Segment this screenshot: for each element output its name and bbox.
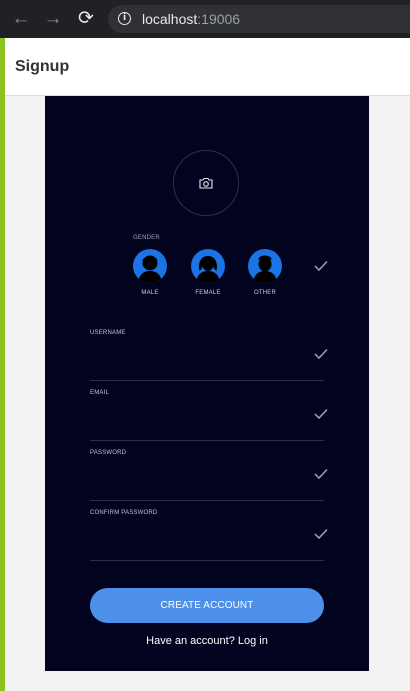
gender-option-label: MALE bbox=[141, 290, 159, 296]
back-arrow-icon[interactable]: ← bbox=[10, 8, 32, 30]
other-avatar-icon[interactable] bbox=[248, 249, 282, 283]
check-icon bbox=[314, 468, 328, 480]
login-link[interactable]: Log in bbox=[238, 635, 268, 647]
left-accent-bar bbox=[0, 38, 5, 691]
signup-panel: GENDER MALE FEMALE OTHER USERNAME EMAIL … bbox=[45, 96, 369, 671]
url-text: localhost:19006 bbox=[142, 11, 240, 27]
confirm-password-input[interactable] bbox=[90, 524, 304, 552]
gender-option-label: OTHER bbox=[254, 290, 276, 296]
password-input[interactable] bbox=[90, 464, 304, 492]
password-field: PASSWORD bbox=[90, 450, 328, 501]
url-host: localhost bbox=[142, 11, 198, 27]
male-avatar-icon[interactable] bbox=[133, 249, 167, 283]
address-bar[interactable]: i localhost:19006 bbox=[108, 5, 410, 33]
gender-option-other[interactable]: OTHER bbox=[245, 249, 285, 296]
login-prompt-text: Have an account? bbox=[146, 635, 235, 647]
confirm-password-label: CONFIRM PASSWORD bbox=[90, 510, 158, 516]
camera-icon bbox=[199, 177, 213, 189]
avatar-upload[interactable] bbox=[173, 150, 239, 216]
url-port: :19006 bbox=[197, 11, 241, 27]
female-avatar-icon[interactable] bbox=[191, 249, 225, 283]
page-title: Signup bbox=[15, 58, 70, 75]
confirm-password-field: CONFIRM PASSWORD bbox=[90, 510, 328, 561]
info-icon[interactable]: i bbox=[118, 12, 131, 25]
check-icon bbox=[314, 408, 328, 420]
login-prompt: Have an account? Log in bbox=[60, 635, 354, 647]
gender-option-female[interactable]: FEMALE bbox=[188, 249, 228, 296]
email-input[interactable] bbox=[90, 404, 304, 432]
email-label: EMAIL bbox=[90, 390, 110, 396]
username-label: USERNAME bbox=[90, 330, 126, 336]
gender-option-label: FEMALE bbox=[195, 290, 221, 296]
forward-arrow-icon[interactable]: → bbox=[42, 8, 64, 30]
create-account-button[interactable]: CREATE ACCOUNT bbox=[90, 588, 324, 623]
username-input[interactable] bbox=[90, 344, 304, 372]
gender-label: GENDER bbox=[133, 235, 160, 241]
email-field: EMAIL bbox=[90, 390, 328, 441]
check-icon bbox=[314, 260, 328, 272]
password-label: PASSWORD bbox=[90, 450, 127, 456]
browser-toolbar: ← → ⟳ i localhost:19006 bbox=[0, 0, 410, 38]
app-header: Signup bbox=[5, 38, 410, 96]
gender-option-male[interactable]: MALE bbox=[130, 249, 170, 296]
check-icon bbox=[314, 348, 328, 360]
check-icon bbox=[314, 528, 328, 540]
reload-icon[interactable]: ⟳ bbox=[75, 8, 97, 30]
username-field: USERNAME bbox=[90, 330, 328, 381]
